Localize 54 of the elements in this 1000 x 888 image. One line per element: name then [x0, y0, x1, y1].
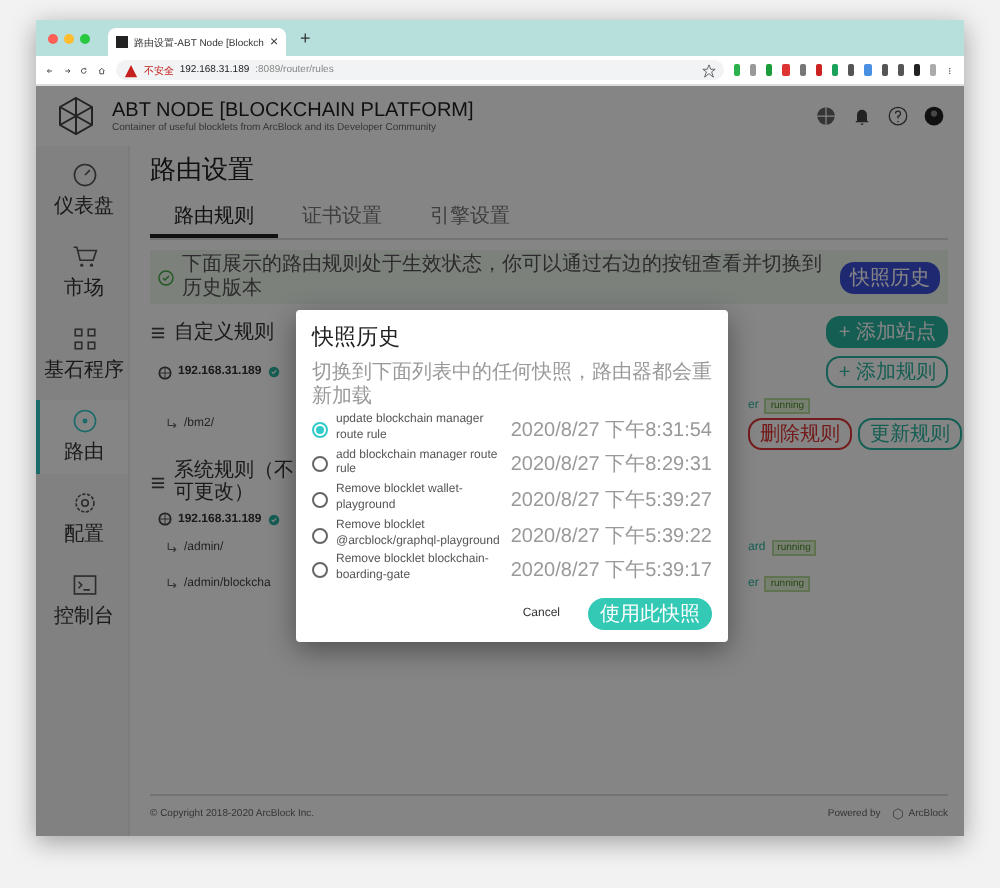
page-tab[interactable]: 证书设置	[278, 198, 406, 238]
radio-button[interactable]	[312, 562, 328, 579]
subdirectory-arrow-icon	[166, 542, 178, 554]
snapshot-time: 2020/8/27 下午5:39:27	[510, 487, 712, 514]
globe-icon	[158, 512, 172, 526]
dialog-subtitle: 切换到下面列表中的任何快照，路由器都会重新加载	[312, 362, 712, 408]
radio-button[interactable]	[312, 527, 328, 544]
reload-icon[interactable]	[80, 63, 89, 77]
sidebar-item[interactable]: 控制台	[36, 564, 128, 638]
sidebar-item[interactable]: 配置	[36, 482, 128, 556]
section-title: 系统规则（不可更改）	[174, 460, 296, 504]
snapshot-time: 2020/8/27 下午8:29:31	[510, 452, 712, 479]
check-circle-icon	[158, 269, 174, 285]
radio-button[interactable]	[312, 456, 328, 473]
bell-icon[interactable]	[852, 106, 872, 126]
sidebar-item[interactable]: 路由	[36, 400, 128, 474]
snapshot-time: 2020/8/27 下午8:31:54	[510, 417, 712, 444]
warning-icon	[123, 63, 138, 77]
cart-icon	[71, 244, 97, 270]
star-icon[interactable]	[701, 63, 716, 77]
page-title: 路由设置	[150, 152, 256, 188]
terminal-icon	[71, 572, 97, 598]
globe-icon	[158, 365, 172, 379]
radio-button[interactable]	[312, 491, 328, 508]
subdirectory-arrow-icon	[166, 418, 178, 430]
subdirectory-arrow-icon	[166, 578, 178, 590]
dialog-title: 快照历史	[312, 324, 402, 352]
snapshot-time: 2020/8/27 下午5:39:22	[510, 523, 712, 550]
sidebar-item[interactable]: 基石程序	[36, 318, 128, 392]
route-icon	[71, 408, 97, 434]
home-icon[interactable]	[98, 63, 106, 77]
delete-rule-button[interactable]: 删除规则	[748, 418, 852, 450]
snapshot-time: 2020/8/27 下午5:39:17	[510, 558, 712, 585]
help-icon[interactable]	[888, 106, 908, 126]
list-icon	[150, 475, 166, 489]
favicon-icon	[116, 36, 128, 48]
sidebar-item[interactable]: 市场	[36, 236, 128, 310]
hexagon-logo-icon	[56, 96, 96, 136]
hexagon-logo-icon	[892, 808, 905, 820]
section-title: 自定义规则	[174, 321, 274, 343]
page-tab[interactable]: 路由规则	[150, 198, 278, 238]
list-icon	[150, 325, 166, 339]
blocks-icon	[71, 326, 97, 352]
new-tab-button[interactable]: +	[300, 28, 311, 48]
banner-text: 下面展示的路由规则处于生效状态，你可以通过右边的按钮查看并切换到历史版本	[182, 254, 824, 300]
snapshot-history-button[interactable]: 快照历史	[840, 261, 940, 293]
globe-icon[interactable]	[816, 106, 836, 126]
radio-button[interactable]	[312, 421, 328, 438]
avatar-icon[interactable]	[924, 106, 944, 126]
gauge-icon	[71, 162, 97, 188]
page-tab[interactable]: 引擎设置	[406, 198, 534, 238]
sidebar-item[interactable]: 仪表盘	[36, 154, 128, 228]
app-title: ABT NODE [BLOCKCHAIN PLATFORM]	[112, 99, 476, 121]
gear-icon	[71, 490, 97, 516]
